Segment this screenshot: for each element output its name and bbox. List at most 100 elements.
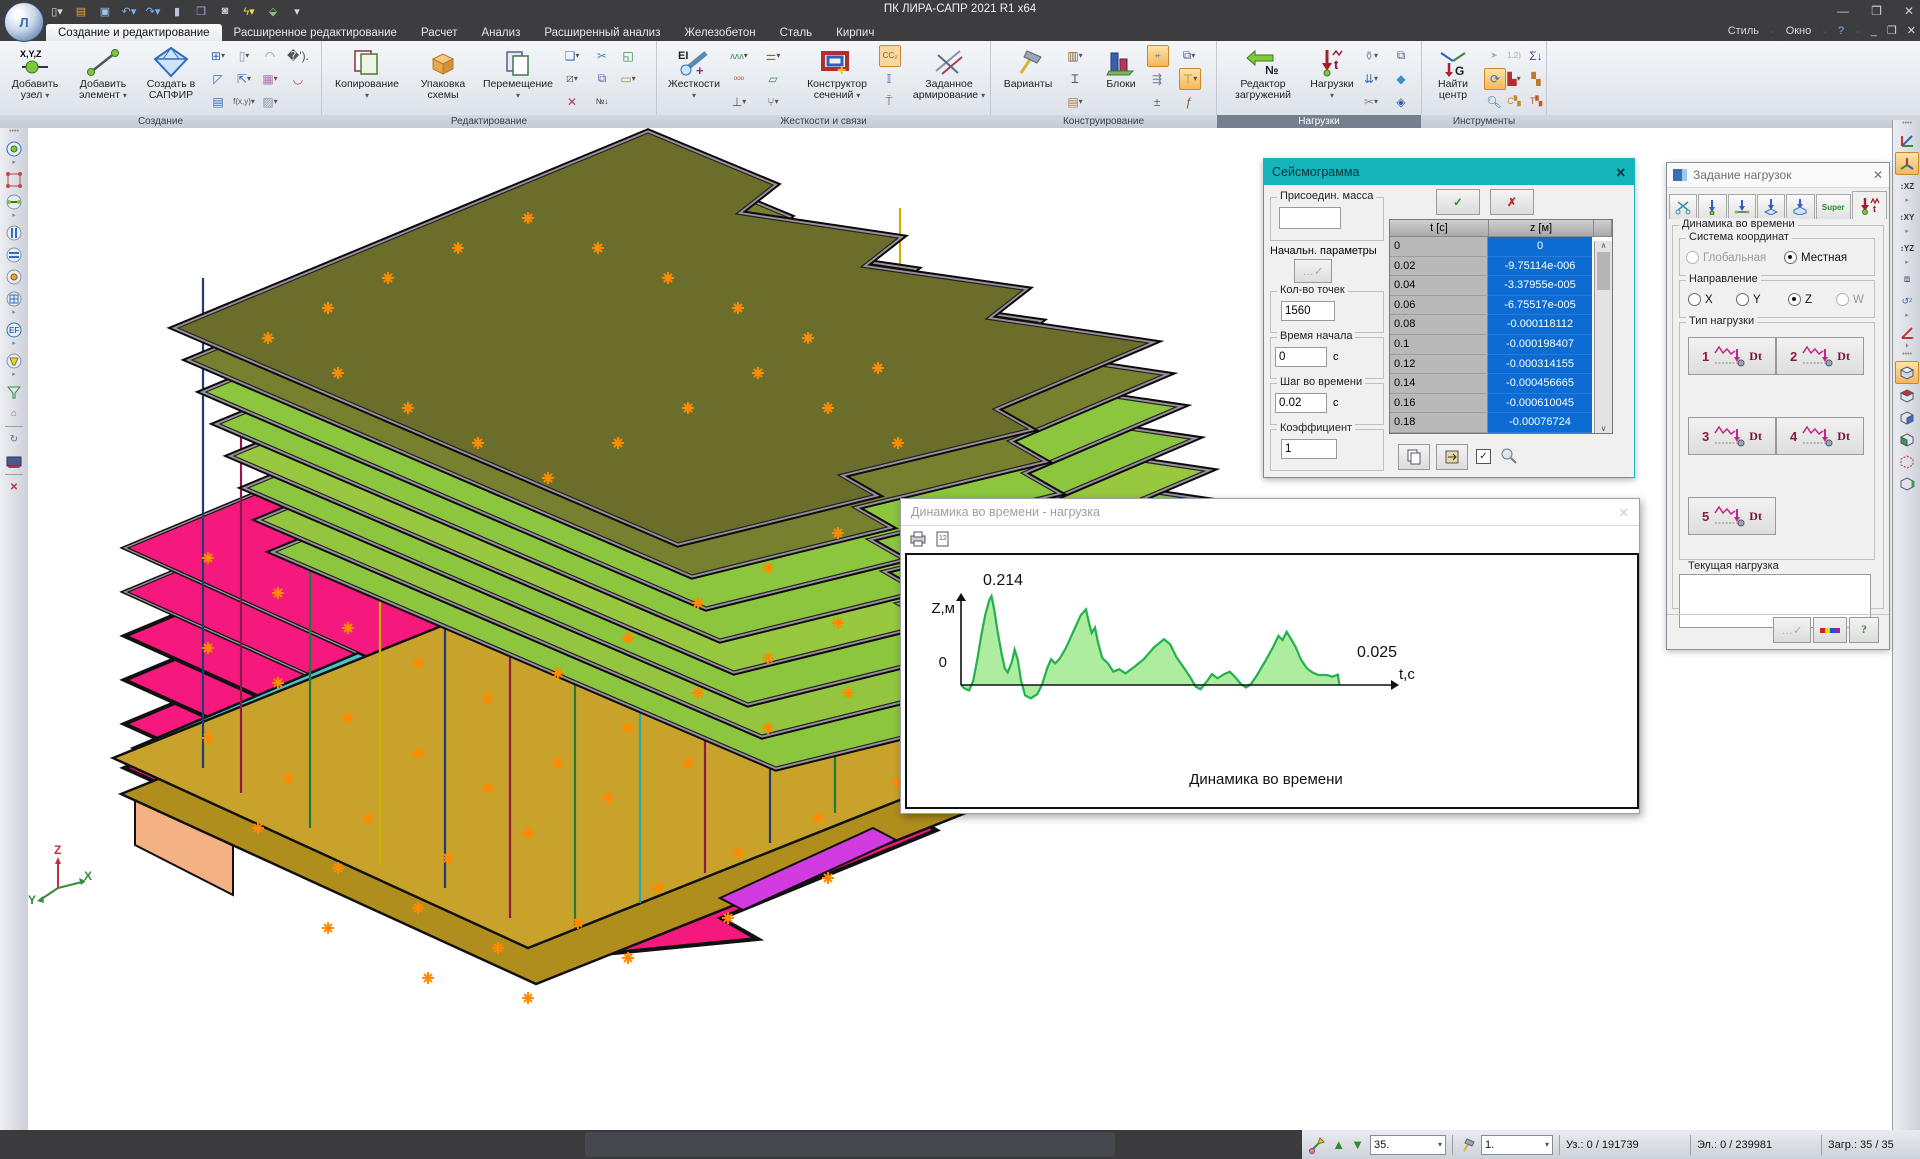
variants-button[interactable]: Варианты bbox=[995, 43, 1061, 113]
expand-arrow[interactable]: ▸ bbox=[5, 161, 23, 167]
expand-arrow[interactable]: ▸ bbox=[5, 311, 23, 317]
table-row[interactable]: 0.04-3.37955e-005 bbox=[1390, 276, 1595, 296]
page-setup-icon[interactable]: 12 bbox=[935, 531, 951, 547]
menu-window[interactable]: Окно bbox=[1786, 25, 1812, 37]
tab-cut-loads[interactable] bbox=[1669, 194, 1697, 219]
menu-help[interactable]: ? bbox=[1838, 25, 1844, 37]
add-block-icon[interactable]: ⍅ bbox=[1147, 45, 1169, 67]
cube-top-red-icon[interactable] bbox=[1896, 385, 1918, 406]
add-element-button[interactable]: Добавитьэлемент ▾ bbox=[70, 43, 136, 113]
app-logo[interactable]: Л bbox=[4, 2, 44, 42]
hatch-icon[interactable]: ▨▾ bbox=[260, 92, 280, 112]
section-constructor-button[interactable]: + Конструкторсечений ▾ bbox=[797, 43, 877, 113]
radio-global[interactable]: Глобальная bbox=[1686, 251, 1766, 264]
toolbar-grip[interactable]: •••• bbox=[1898, 122, 1916, 128]
radio-x[interactable]: X bbox=[1688, 293, 1713, 306]
sapfir-button[interactable]: Создать вСАПФИР bbox=[138, 43, 204, 113]
ribbon-tab-7[interactable]: Кирпич bbox=[824, 24, 886, 41]
loads-button[interactable]: t Нагрузки▾ bbox=[1305, 43, 1359, 113]
copy-table-button[interactable] bbox=[1398, 444, 1430, 470]
cube-edge-green-icon[interactable] bbox=[1896, 473, 1918, 494]
initial-params-button[interactable]: …✓ bbox=[1294, 259, 1332, 283]
attached-mass-input[interactable] bbox=[1279, 207, 1341, 229]
toolbar-grip[interactable]: •••• bbox=[5, 130, 23, 136]
filter-icon[interactable] bbox=[3, 381, 25, 402]
add-node-button[interactable]: X,Y,Z Добавитьузел ▾ bbox=[2, 43, 68, 113]
foundation-icon[interactable]: ⊥▾ bbox=[729, 92, 749, 112]
cube-view-icon[interactable] bbox=[1895, 361, 1919, 384]
radio-w[interactable]: W bbox=[1836, 293, 1864, 306]
load-case-icon[interactable] bbox=[1308, 1136, 1326, 1154]
hinge-icon[interactable]: ⚌▾ bbox=[763, 46, 783, 66]
time-history-window[interactable]: Динамика во времени - нагрузка ✕ 12 Z,мt… bbox=[900, 498, 1640, 814]
seismogram-dialog[interactable]: Сейсмограмма ✕ Присоедин. масса Начальн.… bbox=[1263, 158, 1635, 478]
book-icon[interactable]: ❒ bbox=[192, 3, 210, 19]
brick-icon[interactable]: ▤▾ bbox=[1065, 92, 1085, 112]
fxy-icon[interactable]: f(x,y)▾ bbox=[234, 92, 254, 112]
new-document-icon[interactable]: ▯▾ bbox=[48, 3, 66, 19]
expand-arrow[interactable]: ▸ bbox=[5, 373, 23, 379]
pack-scheme-button[interactable]: Упаковкасхемы bbox=[408, 43, 478, 113]
cursor-icon[interactable]: ➤ bbox=[1484, 46, 1504, 66]
redo-icon[interactable]: ↷▾ bbox=[144, 3, 162, 19]
load-panel-titlebar[interactable]: Задание нагрузок ✕ bbox=[1667, 163, 1889, 188]
table-scrollbar[interactable]: ∧∨ bbox=[1594, 241, 1612, 433]
rotate-refresh-icon[interactable]: ⟳ bbox=[1484, 68, 1506, 90]
t-squares-icon[interactable]: Т▚ bbox=[1526, 92, 1546, 112]
axes-red-icon[interactable] bbox=[1896, 322, 1918, 343]
node-move-icon[interactable]: ⇱▾ bbox=[234, 69, 254, 89]
view-xy-icon[interactable]: ↕XY bbox=[1896, 207, 1918, 228]
time-step-input[interactable] bbox=[1275, 393, 1327, 413]
next-loadcase-icon[interactable]: ▼ bbox=[1351, 1137, 1364, 1152]
view-yz-icon[interactable]: ↕YZ bbox=[1896, 238, 1918, 259]
fragment-icon[interactable]: ⌂ bbox=[3, 403, 25, 424]
select-node-icon[interactable] bbox=[3, 138, 25, 159]
table-row[interactable]: 0.1-0.000198407 bbox=[1390, 335, 1595, 355]
table-zoom-icon[interactable] bbox=[1500, 447, 1518, 468]
view-xz-icon[interactable]: ↕XZ bbox=[1896, 176, 1918, 197]
cancel-red-icon[interactable]: ✕ bbox=[3, 477, 25, 498]
block-axes-icon[interactable]: ± bbox=[1147, 92, 1167, 112]
ibeam-icon[interactable]: Ɪ bbox=[1065, 69, 1085, 89]
ribbon-tab-3[interactable]: Анализ bbox=[470, 24, 533, 41]
isometric-icon[interactable]: ⬙ bbox=[264, 3, 282, 19]
apply-button[interactable]: ✓ bbox=[1436, 189, 1480, 215]
copy-button[interactable]: Копирование▾ bbox=[330, 43, 404, 113]
perspective-icon[interactable]: ⧈ bbox=[1896, 269, 1918, 290]
block-pack-icon[interactable]: ⇶ bbox=[1147, 69, 1167, 89]
panel-apply-button[interactable]: …✓ bbox=[1773, 617, 1811, 643]
mdi-close-icon[interactable]: ✕ bbox=[1907, 24, 1916, 37]
variant-combo[interactable]: 1.▾ bbox=[1481, 1135, 1553, 1155]
table-row[interactable]: 00 bbox=[1390, 237, 1595, 257]
table-checkbox[interactable]: ✓ bbox=[1476, 449, 1491, 464]
slash-icon[interactable]: ⧄▾ bbox=[562, 69, 582, 89]
numbering2-icon[interactable]: 1.2) bbox=[1504, 46, 1524, 66]
arch-icon[interactable]: ◡ bbox=[288, 69, 308, 89]
open-icon[interactable]: ▤ bbox=[72, 3, 90, 19]
points-count-input[interactable] bbox=[1281, 301, 1335, 321]
cube-side-green-icon[interactable] bbox=[1896, 429, 1918, 450]
load-diamond-icon[interactable]: ◆ bbox=[1391, 69, 1411, 89]
qat-more-icon[interactable]: ▾ bbox=[288, 3, 306, 19]
table-row[interactable]: 0.16-0.000610045 bbox=[1390, 394, 1595, 414]
chart-close-icon[interactable]: ✕ bbox=[1619, 505, 1629, 520]
col-header-z[interactable]: z [м] bbox=[1489, 220, 1594, 236]
distributed-load-icon[interactable]: ⇊▾ bbox=[1361, 69, 1381, 89]
truss-icon[interactable]: ◸ bbox=[208, 69, 228, 89]
support-row-icon[interactable]: ᴧᴧᴧ▾ bbox=[729, 46, 749, 66]
dome-icon[interactable]: ◠ bbox=[260, 46, 280, 66]
select-block-icon[interactable] bbox=[3, 266, 25, 287]
cabinet-icon[interactable]: ▮ bbox=[168, 3, 186, 19]
polyfilter-icon[interactable] bbox=[3, 350, 25, 371]
start-time-input[interactable] bbox=[1275, 347, 1327, 367]
tab-node-load[interactable] bbox=[1698, 194, 1726, 219]
load-editor-button[interactable]: № Редакторзагружений bbox=[1225, 43, 1301, 113]
palette-icon[interactable]: ▚ bbox=[1526, 69, 1546, 89]
select-ef-icon[interactable]: EF bbox=[3, 319, 25, 340]
cube-dashed-red-icon[interactable] bbox=[1896, 451, 1918, 472]
paste-icon[interactable]: ⧉ bbox=[592, 69, 612, 89]
seismogram-titlebar[interactable]: Сейсмограмма ✕ bbox=[1264, 159, 1634, 185]
col-header-t[interactable]: t [c] bbox=[1390, 220, 1489, 236]
load-type-button-1[interactable]: 1Dt bbox=[1688, 337, 1776, 375]
cylinder-icon[interactable]: ▯▾ bbox=[234, 46, 254, 66]
